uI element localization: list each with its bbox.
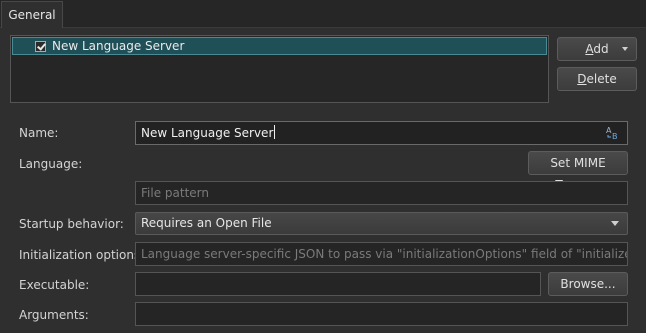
- language-label: Language:: [19, 157, 83, 171]
- tab-general[interactable]: General: [1, 1, 63, 28]
- initialization-options-label: Initialization options:: [19, 248, 145, 262]
- delete-button-label: elete: [586, 72, 617, 86]
- list-item[interactable]: New Language Server: [12, 37, 547, 55]
- tab-strip: General: [0, 0, 646, 28]
- name-label: Name:: [19, 126, 59, 140]
- name-field[interactable]: New Language Server A B: [135, 121, 628, 145]
- list-item-label: New Language Server: [52, 39, 185, 53]
- executable-label: Executable:: [19, 278, 90, 292]
- add-button[interactable]: Add: [557, 37, 637, 61]
- startup-behavior-select[interactable]: Requires an Open File: [135, 212, 628, 235]
- language-server-settings-panel: General New Language Server Add Delete N…: [0, 0, 646, 333]
- delete-button-accelerator: D: [577, 72, 587, 86]
- browse-button[interactable]: Browse...: [548, 272, 628, 296]
- arguments-input[interactable]: [135, 302, 628, 326]
- name-field-value: New Language Server: [141, 126, 274, 140]
- chevron-down-icon: [611, 221, 619, 226]
- initialization-options-input[interactable]: Language server-specific JSON to pass vi…: [135, 242, 628, 266]
- delete-button[interactable]: Delete: [557, 67, 637, 91]
- text-case-icon[interactable]: A B: [606, 125, 620, 141]
- arguments-label: Arguments:: [19, 308, 89, 322]
- set-mime-types-button[interactable]: Set MIME Types...: [528, 151, 628, 192]
- svg-text:B: B: [612, 132, 618, 140]
- enabled-checkbox[interactable]: [35, 40, 46, 52]
- file-pattern-placeholder: File pattern: [141, 186, 209, 200]
- startup-behavior-label: Startup behavior:: [19, 217, 124, 231]
- file-pattern-input[interactable]: File pattern: [135, 181, 628, 205]
- executable-input[interactable]: [135, 272, 541, 296]
- startup-behavior-value: Requires an Open File: [141, 216, 272, 230]
- chevron-down-icon[interactable]: [622, 47, 628, 51]
- text-cursor: [274, 125, 276, 139]
- add-button-label: dd: [593, 42, 609, 56]
- initialization-options-placeholder: Language server-specific JSON to pass vi…: [141, 247, 627, 261]
- language-server-list[interactable]: New Language Server: [10, 35, 549, 103]
